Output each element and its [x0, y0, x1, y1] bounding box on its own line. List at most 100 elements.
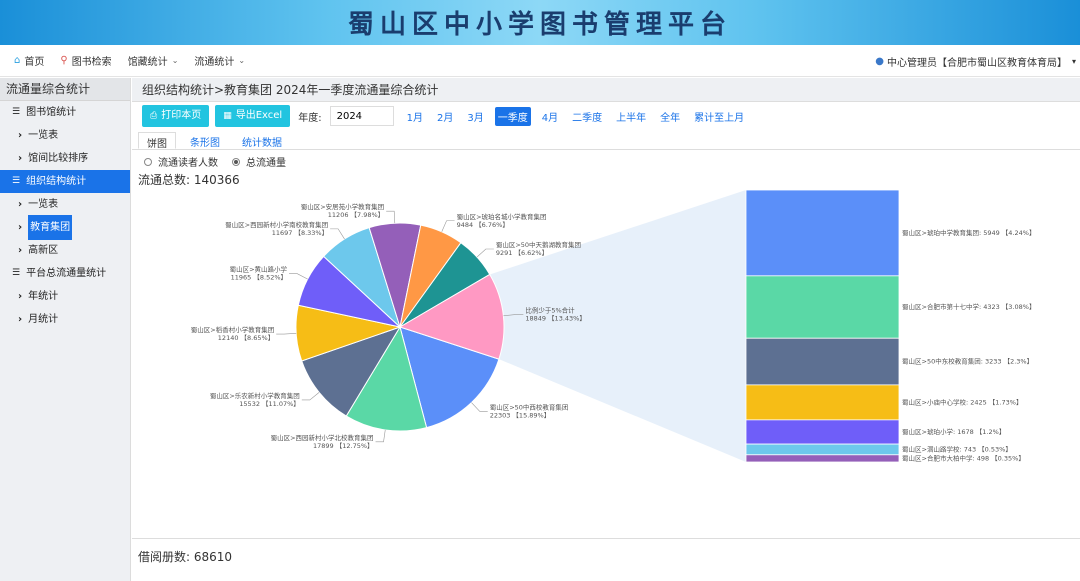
chevron-right-icon: ›	[18, 130, 23, 141]
breakdown-bar-segment	[745, 419, 900, 445]
breakdown-label: 蜀山区>潜山路学校: 743 【0.53%】	[902, 444, 1012, 453]
sidebar-item-label: 馆间比较排序	[28, 153, 89, 164]
pie-label-name: 蜀山区>乐农新村小学教育集团	[210, 391, 300, 400]
chevron-down-icon: ⌄	[238, 56, 246, 65]
period-year[interactable]: 全年	[657, 107, 683, 126]
nav-circulation-label: 流通统计	[194, 57, 235, 68]
nav-collection-label: 馆藏统计	[127, 57, 168, 68]
pie-label-name: 比例少于5%合计	[525, 306, 575, 315]
tab-data[interactable]: 统计数据	[234, 132, 290, 149]
breakdown-label: 蜀山区>小庙中心学校: 2425 【1.73%】	[902, 397, 1022, 406]
chevron-right-icon: ›	[18, 222, 23, 233]
sidebar-header: 流通量综合统计	[0, 78, 130, 101]
pie-label-value: 9291 【6.62%】	[496, 249, 548, 257]
banner-title: 蜀山区中小学图书管理平台	[347, 10, 732, 40]
radio-total-label: 总流通量	[246, 158, 286, 169]
total-count: 流通总数: 140366	[138, 173, 240, 187]
user-label: 中心管理员【合肥市蜀山区教育体育局】	[886, 58, 1067, 69]
pie-label-value: 22303 【15.89%】	[490, 411, 551, 419]
file-excel-icon: ▦	[223, 111, 232, 121]
pie-label-name: 蜀山区>50中西校教育集团	[490, 402, 569, 411]
top-nav: ⌂ 首页 ⚲ 图书检索 馆藏统计 ⌄ 流通统计 ⌄ ● 中心管理员【合肥市蜀山区…	[0, 45, 1080, 77]
breakdown-label: 蜀山区>合肥市第十七中学: 4323 【3.08%】	[902, 302, 1035, 311]
toolbar: ⎙ 打印本页 ▦ 导出Excel 年度: 1月 2月 3月 一季度 4月 二季度…	[142, 105, 755, 127]
sidebar-item-overview-2[interactable]: › 一览表	[0, 193, 130, 216]
user-menu[interactable]: ● 中心管理员【合肥市蜀山区教育体育局】 ▾	[875, 54, 1076, 69]
tab-bar[interactable]: 条形图	[182, 132, 228, 149]
export-excel-button[interactable]: ▦ 导出Excel	[215, 105, 291, 127]
radio-readers-label: 流通读者人数	[158, 158, 218, 169]
pie-label-line	[471, 402, 488, 412]
breakdown-connector	[489, 190, 746, 462]
period-q1[interactable]: 一季度	[494, 106, 531, 126]
pie-label-name: 蜀山区>琥珀名城小学教育集团	[457, 212, 547, 221]
period-mar[interactable]: 3月	[464, 107, 486, 126]
year-label: 年度:	[298, 112, 322, 124]
pie-label-value: 18849 【13.43%】	[525, 315, 586, 323]
print-button[interactable]: ⎙ 打印本页	[142, 105, 210, 127]
period-apr[interactable]: 4月	[539, 107, 561, 126]
nav-home[interactable]: ⌂ 首页	[14, 53, 44, 68]
chart-tabs: 饼图 条形图 统计数据	[132, 132, 1080, 150]
chevron-right-icon: ›	[18, 314, 23, 325]
pie-label-value: 11965 【8.52%】	[231, 274, 287, 282]
nav-circulation[interactable]: 流通统计 ⌄	[194, 53, 245, 68]
pie-label-name: 蜀山区>稻香村小学教育集团	[191, 325, 274, 334]
sidebar-item-edu-group[interactable]: › 教育集团	[0, 215, 130, 240]
sidebar-item-yearly[interactable]: › 年统计	[0, 285, 130, 308]
pie-label-line	[301, 392, 320, 401]
nav-collection[interactable]: 馆藏统计 ⌄	[128, 53, 179, 68]
sidebar-item-org-stats[interactable]: ☰ 组织结构统计	[0, 170, 130, 193]
pie-label-line	[330, 228, 345, 240]
period-cumulative[interactable]: 累计至上月	[691, 107, 747, 126]
search-icon: ⚲	[60, 55, 68, 66]
pie-label-value: 11697 【8.33%】	[272, 229, 328, 237]
period-h1[interactable]: 上半年	[613, 107, 649, 126]
printer-icon: ⎙	[150, 111, 158, 121]
nav-search[interactable]: ⚲ 图书检索	[60, 53, 111, 68]
radio-total[interactable]	[232, 157, 240, 166]
sidebar-item-compare[interactable]: › 馆间比较排序	[0, 147, 130, 170]
sidebar-item-label: 图书馆统计	[26, 107, 77, 118]
period-feb[interactable]: 2月	[434, 107, 456, 126]
breakdown-label: 蜀山区>合肥市大柏中学: 498 【0.35%】	[902, 453, 1025, 462]
sidebar-item-library-stats[interactable]: ☰ 图书馆统计	[0, 101, 130, 124]
chevron-right-icon: ›	[18, 245, 23, 256]
pie-label-name: 蜀山区>西园新村小学南校教育集团	[225, 220, 328, 229]
radio-readers[interactable]	[144, 157, 152, 166]
sidebar-item-overview-1[interactable]: › 一览表	[0, 124, 130, 147]
export-button-label: 导出Excel	[235, 110, 283, 121]
year-input[interactable]	[329, 106, 394, 126]
breakdown-label: 蜀山区>50中东校教育集团: 3233 【2.3%】	[902, 357, 1033, 366]
sidebar-item-label: 年统计	[28, 291, 59, 302]
sidebar-item-monthly[interactable]: › 月统计	[0, 308, 130, 331]
sidebar-item-platform-stats[interactable]: ☰ 平台总流通量统计	[0, 262, 130, 285]
nav-search-label: 图书检索	[71, 57, 112, 68]
breadcrumb: 组织结构统计>教育集团 2024年一季度流通量综合统计	[132, 78, 1080, 102]
list-icon: ☰	[12, 268, 21, 278]
breakdown-bar-segment	[745, 337, 900, 386]
breakdown-bar-segment	[745, 189, 900, 277]
metric-radios: 流通读者人数 总流通量	[144, 154, 300, 169]
pie-label-line	[289, 273, 308, 280]
period-q2[interactable]: 二季度	[569, 107, 605, 126]
breakdown-label: 蜀山区>琥珀中学教育集团: 5949 【4.24%】	[902, 228, 1035, 237]
chevron-right-icon: ›	[18, 153, 23, 164]
period-jan[interactable]: 1月	[404, 107, 426, 126]
list-icon: ☰	[12, 176, 21, 186]
chevron-down-icon: ⌄	[171, 56, 179, 65]
pie-label-name: 蜀山区>黄山路小学	[230, 265, 288, 274]
sidebar-item-hightech[interactable]: › 高新区	[0, 239, 130, 262]
pie-label-line	[375, 429, 386, 443]
sidebar: 流通量综合统计 ☰ 图书馆统计 › 一览表 › 馆间比较排序 ☰ 组织结构统计 …	[0, 78, 131, 581]
pie-label-name: 蜀山区>西园新村小学北校教育集团	[271, 433, 374, 442]
pie-label-value: 17899 【12.75%】	[313, 442, 374, 450]
breakdown-bar-segment	[745, 443, 900, 456]
pie-label-line	[476, 248, 494, 258]
pie-label-value: 12140 【8.65%】	[218, 334, 274, 342]
banner: 蜀山区中小学图书管理平台	[0, 0, 1080, 45]
tab-pie[interactable]: 饼图	[138, 132, 176, 150]
chevron-right-icon: ›	[18, 291, 23, 302]
borrow-count: 借阅册数: 68610	[138, 550, 233, 564]
list-icon: ☰	[12, 107, 21, 117]
